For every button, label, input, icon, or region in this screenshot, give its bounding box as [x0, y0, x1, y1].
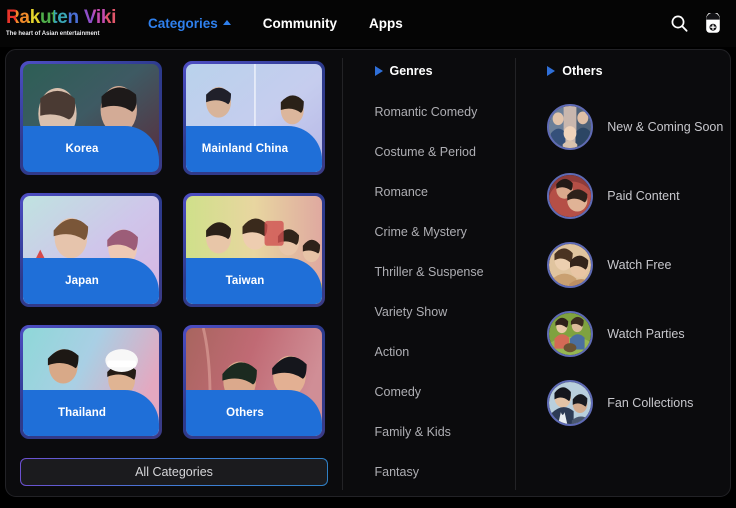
avatar: [547, 172, 594, 219]
others-heading[interactable]: Others: [547, 64, 730, 78]
country-card-label: Others: [186, 390, 322, 436]
other-item-label: Fan Collections: [607, 395, 694, 410]
brand-name: Rakuten Viki: [6, 7, 117, 28]
account-avatar-icon: [706, 13, 720, 33]
avatar: [547, 241, 594, 288]
avatar: [547, 379, 594, 426]
genre-item-comedy[interactable]: Comedy: [375, 372, 516, 412]
other-item-new-coming-soon[interactable]: New & Coming Soon: [547, 92, 730, 161]
genre-item-costume-period[interactable]: Costume & Period: [375, 132, 516, 172]
country-card-label: Japan: [23, 258, 159, 304]
genre-item-action[interactable]: Action: [375, 332, 516, 372]
other-item-fan-collections[interactable]: Fan Collections: [547, 368, 730, 437]
country-card-label: Mainland China: [186, 126, 322, 172]
new-coming-soon-thumb: [549, 105, 592, 148]
country-label-text: Japan: [65, 275, 99, 287]
other-item-watch-free[interactable]: Watch Free: [547, 230, 730, 299]
nav-right-icons: [670, 13, 723, 34]
nav-item-categories[interactable]: Categories: [132, 16, 247, 31]
country-card-label: Taiwan: [186, 258, 322, 304]
avatar: [547, 103, 594, 150]
caret-up-icon: [222, 20, 231, 25]
other-item-label: New & Coming Soon: [607, 119, 724, 134]
country-label-text: Others: [226, 407, 264, 419]
nav-item-label: Apps: [369, 16, 403, 31]
other-item-label: Watch Free: [607, 257, 672, 272]
genre-item-thriller-suspense[interactable]: Thriller & Suspense: [375, 252, 516, 292]
country-card-japan[interactable]: Japan: [20, 193, 162, 307]
country-card-label: Korea: [23, 126, 159, 172]
all-categories-button[interactable]: All Categories: [20, 458, 328, 486]
country-cards-column: Korea Mainland China Japan Taiwan Thaila…: [6, 50, 342, 496]
genre-item-family-kids[interactable]: Family & Kids: [375, 412, 516, 452]
nav-item-label: Categories: [148, 16, 218, 31]
triangle-right-icon: [374, 66, 383, 76]
genre-item-variety-show[interactable]: Variety Show: [375, 292, 516, 332]
fan-collections-thumb: [549, 381, 592, 424]
other-item-label: Watch Parties: [607, 326, 685, 341]
country-card-others[interactable]: Others: [183, 325, 325, 439]
all-categories-label: All Categories: [135, 465, 213, 479]
top-navigation-bar: Rakuten Viki The heart of Asian entertai…: [0, 0, 736, 47]
brand-tagline: The heart of Asian entertainment: [6, 31, 100, 37]
country-card-korea[interactable]: Korea: [20, 61, 162, 175]
country-card-label: Thailand: [23, 390, 159, 436]
genre-item-crime-mystery[interactable]: Crime & Mystery: [375, 212, 516, 252]
nav-item-community[interactable]: Community: [247, 16, 353, 31]
others-heading-label: Others: [562, 64, 603, 78]
genres-heading-label: Genres: [389, 64, 433, 78]
country-card-grid: Korea Mainland China Japan Taiwan Thaila…: [20, 61, 342, 439]
avatar: [547, 310, 594, 357]
brand-logo[interactable]: Rakuten Viki The heart of Asian entertai…: [6, 8, 118, 39]
country-label-text: Taiwan: [225, 275, 265, 287]
others-column: Others New & Coming Soon Paid Content Wa…: [516, 50, 730, 496]
country-card-taiwan[interactable]: Taiwan: [183, 193, 325, 307]
search-button[interactable]: [670, 14, 689, 33]
watch-free-thumb: [549, 243, 592, 286]
country-label-text: Mainland China: [201, 143, 289, 155]
nav-links: Categories Community Apps: [132, 16, 419, 31]
country-label-text: Thailand: [57, 407, 107, 419]
country-card-thailand[interactable]: Thailand: [20, 325, 162, 439]
country-card-mainland-china[interactable]: Mainland China: [183, 61, 325, 175]
genre-item-romance[interactable]: Romance: [375, 172, 516, 212]
paid-content-thumb: [549, 174, 592, 217]
watch-parties-thumb: [549, 312, 592, 355]
genre-item-fantasy[interactable]: Fantasy: [375, 452, 516, 492]
other-item-paid-content[interactable]: Paid Content: [547, 161, 730, 230]
nav-item-label: Community: [262, 16, 338, 31]
categories-dropdown-panel: Korea Mainland China Japan Taiwan Thaila…: [5, 49, 731, 497]
search-icon: [671, 15, 688, 32]
nav-item-apps[interactable]: Apps: [353, 16, 419, 31]
genres-column: Genres Romantic Comedy Costume & Period …: [343, 50, 516, 496]
triangle-right-icon: [547, 66, 556, 76]
genre-item-romantic-comedy[interactable]: Romantic Comedy: [375, 92, 516, 132]
other-item-label: Paid Content: [607, 188, 680, 203]
other-item-watch-parties[interactable]: Watch Parties: [547, 299, 730, 368]
genres-heading[interactable]: Genres: [374, 64, 516, 78]
account-button[interactable]: [703, 13, 723, 34]
country-label-text: Korea: [65, 143, 99, 155]
